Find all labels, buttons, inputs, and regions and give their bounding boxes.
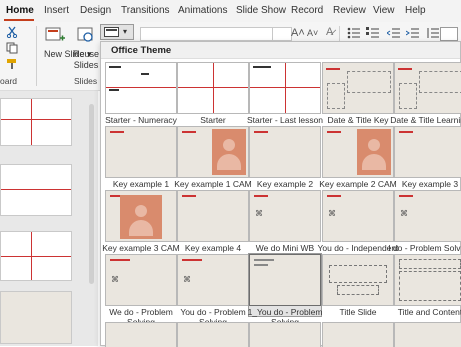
layout-partial[interactable] [394,322,461,347]
slides-group-label: Slides [74,76,98,86]
tab-review[interactable]: Review [333,5,366,16]
decrease-font-icon[interactable]: A˅ [307,28,318,38]
tab-transitions[interactable]: Transitions [121,5,170,16]
cut-icon[interactable] [6,26,18,38]
reuse-slides-label[interactable]: Reuse Slides [73,49,99,71]
tab-record[interactable]: Record [291,5,323,16]
avatar-icon [357,129,391,175]
layout-partial[interactable] [177,322,249,347]
chevron-down-icon: ▾ [123,27,128,36]
tab-animations[interactable]: Animations [178,5,227,16]
tab-view[interactable]: View [373,5,395,16]
new-slide-label[interactable]: New Slide ▾ [44,49,92,60]
font-name-field[interactable] [140,27,278,41]
gallery-header: Office Theme [101,42,460,59]
slide-thumbnail[interactable] [0,291,72,344]
decrease-indent-icon[interactable] [387,27,401,39]
slide-thumbnail[interactable] [0,231,72,281]
layout-partial[interactable] [105,322,177,347]
line-spacing-icon[interactable] [426,27,440,39]
new-slide-icon[interactable] [45,26,65,44]
ribbon-separator [36,26,37,86]
format-painter-icon[interactable] [6,58,18,70]
increase-font-icon[interactable]: A˄ [291,27,305,39]
ribbon-tab-bar: Home Insert Design Transitions Animation… [0,0,461,22]
layout-button[interactable]: ▾ [100,24,134,40]
font-size-field[interactable] [272,27,292,41]
layout-1-you-do-problem-solving[interactable]: 1_You do - Problem Solving [248,253,322,327]
tab-insert[interactable]: Insert [44,5,69,16]
layout-partial[interactable] [249,322,321,347]
increase-indent-icon[interactable] [406,27,420,39]
tab-home[interactable]: Home [6,5,34,16]
tab-design[interactable]: Design [80,5,111,16]
clipboard-group-label: oard [0,76,18,86]
thumbnail-scrollbar[interactable] [89,104,94,284]
tab-slide-show[interactable]: Slide Show [236,5,286,16]
slide-thumbnail-panel: ▲ [0,91,98,346]
clear-formatting-icon[interactable]: A̷ [326,26,333,38]
tab-help[interactable]: Help [405,5,426,16]
layout-icon [104,27,119,37]
bullets-icon[interactable] [347,27,361,39]
copy-icon[interactable] [6,42,18,54]
avatar-icon [212,129,246,175]
active-tab-indicator [4,19,34,21]
numbering-icon[interactable] [366,27,380,39]
slide-thumbnail[interactable] [0,98,72,146]
gallery-title: Office Theme [111,45,172,56]
reuse-slides-icon[interactable] [76,26,96,44]
slide-thumbnail[interactable] [0,164,72,216]
text-direction-button[interactable] [440,27,458,41]
avatar-icon [120,195,162,239]
layout-partial[interactable] [322,322,394,347]
